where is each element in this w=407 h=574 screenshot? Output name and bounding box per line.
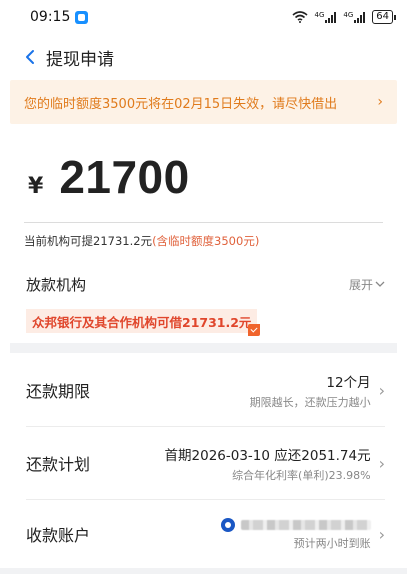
expand-button[interactable]: 展开: [349, 276, 385, 293]
chevron-right-icon: ›: [378, 524, 385, 544]
chevron-right-icon: ›: [377, 94, 383, 110]
lender-tag: 众邦银行及其合作机构可借21731.2元: [26, 309, 261, 336]
available-amount-text: 当前机构可提21731.2元(含临时额度3500元): [0, 233, 407, 249]
status-time: 09:15: [30, 9, 71, 25]
expand-label: 展开: [348, 277, 373, 292]
currency-symbol: ¥: [28, 174, 44, 199]
notification-icon: [75, 10, 89, 24]
lender-row: 放款机构 展开: [0, 273, 407, 295]
plan-value: 首期2026-03-10 应还2051.74元: [164, 447, 371, 464]
plan-label: 还款计划: [26, 455, 91, 474]
amount-input[interactable]: ¥ 21700: [0, 150, 407, 212]
term-label: 还款期限: [26, 382, 91, 401]
nav-bar: 提现申请: [0, 34, 407, 80]
plan-value-group: 首期2026-03-10 应还2051.74元 综合年化利率(单利)23.98%…: [165, 444, 385, 483]
bank-logo-icon: [220, 517, 235, 532]
row-divider: [26, 499, 385, 500]
signal-icon-1: 4G: [314, 10, 337, 23]
term-value-group: 12个月 期限越长，还款压力越小 ›: [250, 371, 385, 410]
back-arrow-icon[interactable]: [24, 49, 36, 65]
repayment-term-row[interactable]: 还款期限 12个月 期限越长，还款压力越小 ›: [26, 368, 385, 412]
wifi-icon: [292, 11, 309, 23]
row-divider: [26, 426, 385, 427]
banner-text: 您的临时额度3500元将在02月15日失效，请尽快借出: [24, 96, 338, 112]
available-prefix: 当前机构可提21731.2元: [24, 234, 153, 248]
lender-label: 放款机构: [26, 275, 87, 294]
check-corner-icon: [248, 324, 261, 336]
term-sub: 期限越长，还款压力越小: [249, 395, 371, 409]
chevron-right-icon: ›: [378, 380, 385, 400]
signal-icon-2: 4G: [343, 10, 366, 23]
plan-sub: 综合年化利率(单利)23.98%: [232, 468, 371, 482]
status-left: 09:15: [30, 9, 89, 25]
chevron-down-icon: [375, 281, 385, 287]
bottom-divider: [0, 568, 407, 574]
amount-value[interactable]: 21700: [59, 150, 189, 204]
lender-tag-text: 众邦银行及其合作机构可借21731.2元: [32, 314, 252, 330]
account-label: 收款账户: [26, 526, 91, 545]
account-sub: 预计两小时到账: [293, 536, 371, 550]
section-divider: [10, 343, 397, 353]
receiving-account-row[interactable]: 收款账户 预计两小时到账 ›: [26, 512, 385, 556]
status-right: 4G 4G 64: [292, 10, 396, 24]
available-highlight: (含临时额度3500元): [152, 234, 260, 248]
page-title: 提现申请: [46, 49, 114, 70]
expiry-banner[interactable]: 您的临时额度3500元将在02月15日失效，请尽快借出 ›: [10, 80, 397, 124]
account-number: [220, 517, 371, 532]
masked-account-number: [240, 519, 371, 530]
network-type-1: 4G: [314, 10, 325, 19]
network-type-2: 4G: [343, 10, 354, 19]
status-bar: 09:15 4G 4G 64: [0, 0, 407, 34]
term-value: 12个月: [326, 374, 371, 391]
amount-underline: [24, 222, 383, 223]
repayment-plan-row[interactable]: 还款计划 首期2026-03-10 应还2051.74元 综合年化利率(单利)2…: [26, 441, 385, 485]
account-value-group: 预计两小时到账 ›: [220, 517, 385, 551]
chevron-right-icon: ›: [378, 453, 385, 473]
battery-icon: 64: [372, 10, 396, 24]
